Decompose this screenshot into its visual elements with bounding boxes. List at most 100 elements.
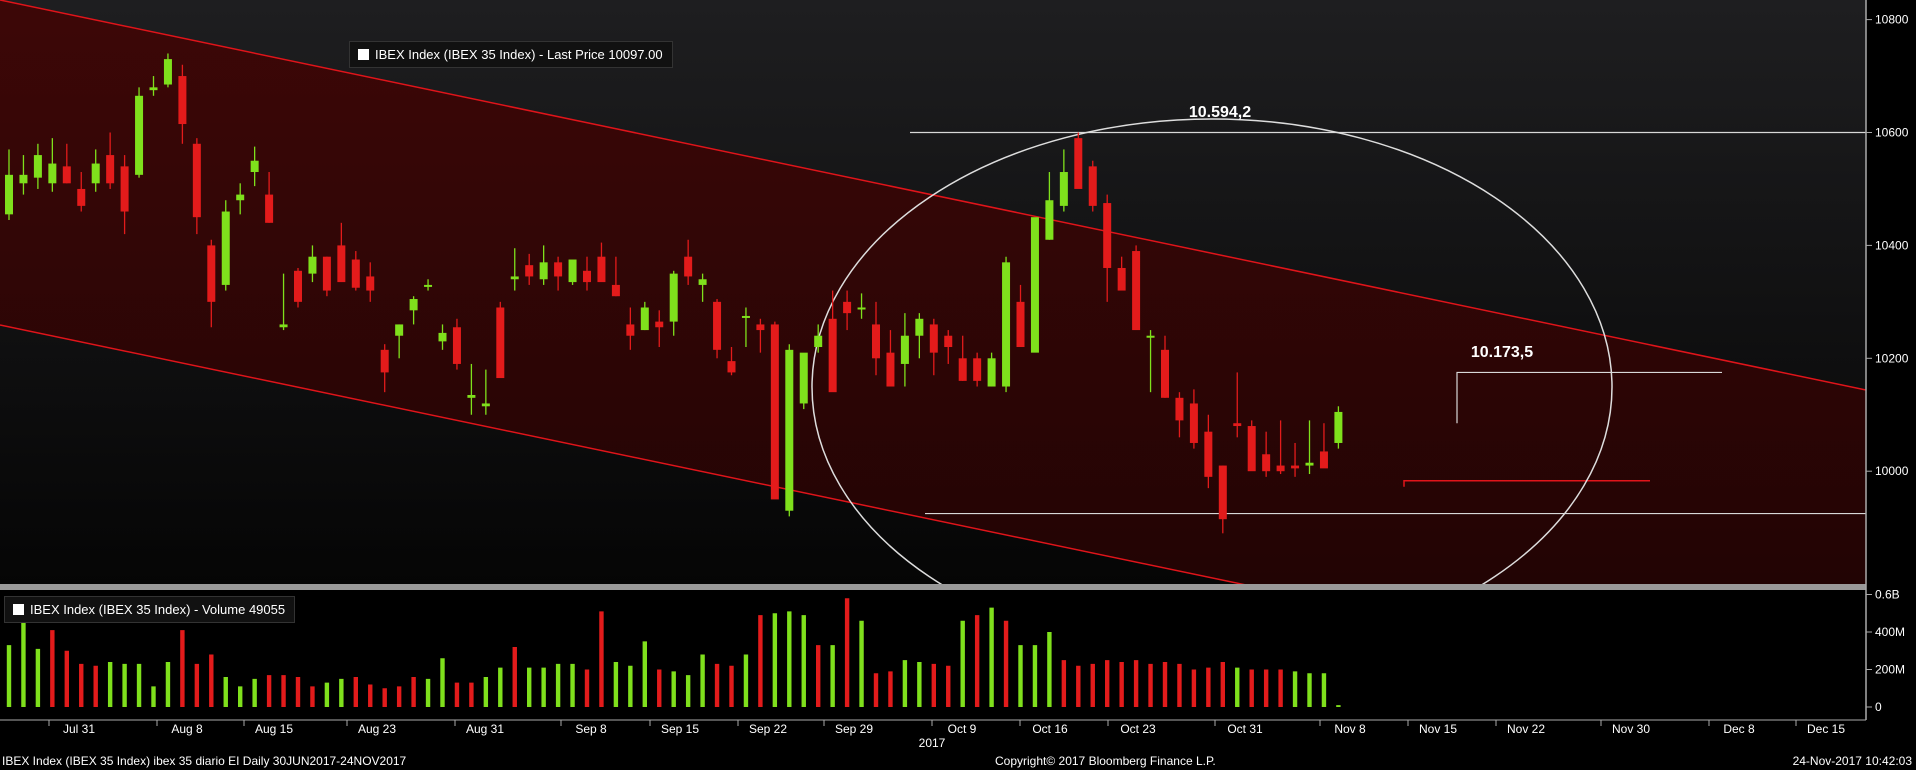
candle-body (1016, 301, 1025, 348)
price-tick-label: 10400 (1875, 238, 1909, 252)
volume-bar (469, 682, 474, 707)
price-annotation: 10.594,2 (1189, 104, 1251, 121)
candle-body (337, 245, 346, 283)
candle-body (973, 358, 982, 381)
volume-bar (440, 658, 445, 707)
volume-bar (1278, 669, 1283, 707)
volume-bar (555, 663, 561, 707)
footer-left: IBEX Index (IBEX 35 Index) ibex 35 diari… (2, 754, 407, 768)
date-tick-label: Oct 23 (1120, 722, 1156, 736)
panel-divider (0, 584, 1866, 590)
bloomberg-chart: 10000 10200 10400 10600 10800 10.594,2 10.173… (0, 0, 1909, 750)
price-tick-label: 10200 (1875, 351, 1909, 365)
candle-body (713, 301, 722, 350)
candle-body (163, 59, 172, 85)
volume-bar (685, 675, 691, 707)
candle-body (510, 276, 519, 280)
volume-tick-label: 0.6B (1875, 588, 1900, 602)
candle-body (568, 259, 577, 283)
date-tick-label: Sep 15 (661, 722, 699, 736)
candle-body (684, 256, 693, 277)
date-tick-label: Oct 9 (948, 722, 977, 736)
volume-bar (425, 678, 431, 707)
candle-body (1117, 267, 1126, 291)
volume-bar (917, 662, 922, 707)
footer-timestamp: 24-Nov-2017 10:42:03 (1792, 754, 1912, 768)
volume-bar (700, 654, 705, 707)
volume-bar (1133, 660, 1139, 707)
volume-bar (396, 686, 402, 707)
volume-bar (714, 663, 720, 707)
volume-bar (512, 647, 517, 707)
candle-body (539, 262, 548, 280)
date-tick-label: Nov 22 (1507, 722, 1545, 736)
volume-legend: IBEX Index (IBEX 35 Index) - Volume 4905… (4, 596, 296, 623)
volume-bar (50, 630, 55, 707)
volume-bar (353, 677, 358, 707)
volume-bar (613, 662, 619, 707)
volume-tick-label: 200M (1875, 663, 1905, 677)
candle-body (929, 324, 938, 353)
volume-bar (483, 677, 489, 707)
date-tick-label: Sep 8 (575, 722, 607, 736)
volume-bar (1321, 673, 1327, 707)
volume-bar (902, 660, 908, 707)
volume-bar (1177, 663, 1182, 707)
volume-bar (527, 667, 532, 707)
candle-body (62, 166, 71, 184)
footer-copyright: Copyright© 2017 Bloomberg Finance L.P. (995, 754, 1216, 768)
candle-body (597, 256, 606, 283)
volume-bar (382, 688, 387, 707)
candle-body (1305, 462, 1314, 466)
volume-bar (1018, 645, 1023, 707)
volume-bar (801, 615, 806, 707)
candle-body (221, 211, 230, 285)
volume-bar (830, 645, 835, 707)
candle-body (583, 270, 591, 283)
candle-body (366, 276, 375, 291)
volume-bar (194, 663, 200, 707)
candle-body (1074, 138, 1083, 189)
volume-bar (79, 663, 84, 707)
volume-bar (107, 662, 113, 707)
volume-bar (324, 682, 330, 707)
volume-bar (498, 667, 503, 707)
candle-body (250, 160, 259, 173)
volume-bar (1061, 660, 1067, 707)
candle-body (5, 174, 13, 215)
volume-bar (454, 682, 460, 707)
date-tick-label: Aug 15 (255, 722, 293, 736)
candle-body (843, 301, 852, 314)
candle-body (756, 324, 765, 331)
candle-body (1146, 335, 1155, 338)
volume-bar (223, 677, 228, 707)
candle-body (1161, 349, 1169, 398)
volume-bar (1003, 620, 1009, 707)
volume-bar (599, 611, 604, 707)
volume-bar (1263, 669, 1269, 707)
candle-body (1103, 203, 1112, 268)
volume-bar (989, 607, 994, 707)
candle-body (1291, 465, 1300, 469)
volume-bar (35, 648, 41, 707)
date-tick-label: Sep 29 (835, 722, 873, 736)
candle-body (149, 87, 158, 91)
volume-bar (165, 662, 171, 707)
candle-body (77, 188, 86, 206)
volume-bar (266, 675, 272, 707)
legend-swatch (358, 49, 369, 60)
volume-bar (888, 671, 893, 707)
volume-bar (252, 678, 257, 707)
candle-body (467, 394, 476, 398)
date-tick-label: Oct 31 (1227, 722, 1263, 736)
candle-body (481, 403, 490, 407)
volume-bar (281, 675, 286, 707)
volume-bar (758, 615, 763, 707)
candle-body (395, 324, 404, 336)
volume-bar (772, 613, 778, 707)
volume-bar (151, 686, 156, 707)
candle-body (424, 284, 433, 287)
date-tick-label: Oct 16 (1032, 722, 1068, 736)
volume-bar (1032, 645, 1038, 707)
candle-body (1233, 423, 1242, 427)
